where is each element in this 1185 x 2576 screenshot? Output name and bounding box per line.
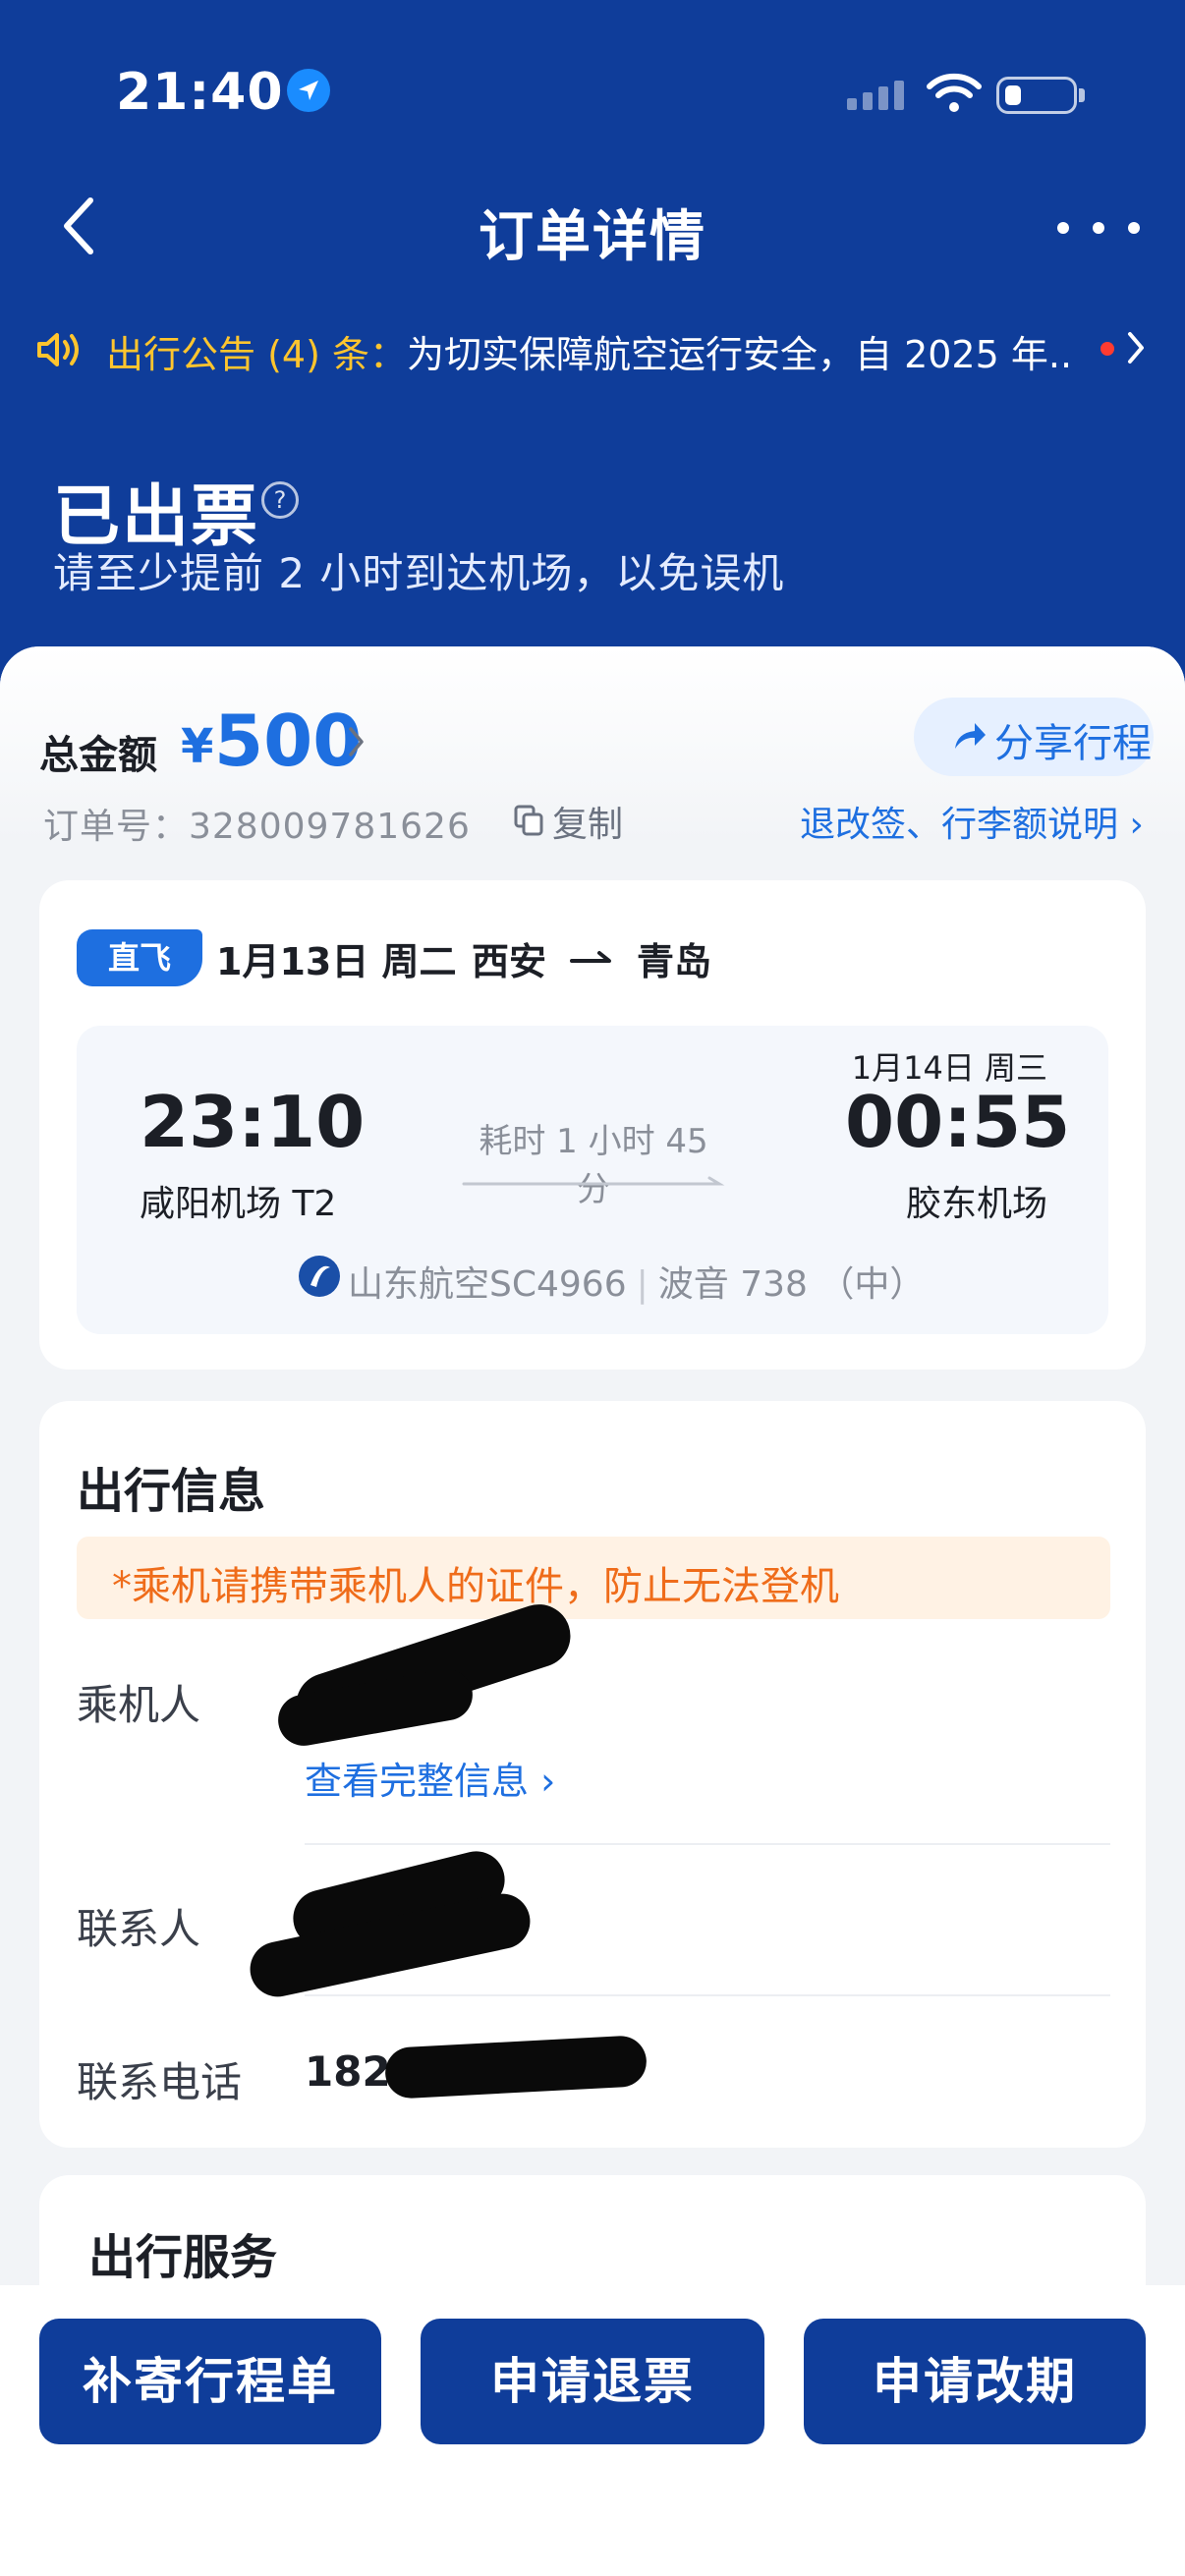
notice-text: 为切实保障航空运行安全，自 2025 年... <box>407 333 1069 376</box>
divider <box>305 1994 1110 1996</box>
airline-info: 山东航空SC4966 | 波音 738 （中） <box>348 1264 926 1305</box>
arrival-city: 青岛 <box>637 940 712 983</box>
aircraft-type: 波音 738 （中） <box>657 1264 926 1305</box>
refund-baggage-rules-link[interactable]: 退改签、行李额说明 › <box>800 796 1144 847</box>
total-amount-value[interactable]: 500 <box>214 700 362 782</box>
contact-label: 联系人 <box>77 1905 201 1953</box>
travel-info-title: 出行信息 <box>77 1464 266 1519</box>
total-amount-label: 总金额 <box>39 733 157 778</box>
phone-value: 182 <box>305 2047 391 2096</box>
route-arrow-icon <box>570 947 615 971</box>
view-full-info-link[interactable]: 查看完整信息 › <box>305 1751 555 1805</box>
battery-icon <box>996 77 1077 114</box>
help-icon[interactable]: ? <box>261 481 299 519</box>
wifi-icon <box>926 71 983 114</box>
phone-label: 联系电话 <box>77 2058 243 2106</box>
travel-notice[interactable]: 出行公告 (4) 条：为切实保障航空运行安全，自 2025 年... <box>106 324 1069 378</box>
duration-arrow-icon <box>462 1171 725 1186</box>
request-change-button[interactable]: 申请改期 <box>804 2319 1146 2444</box>
copy-button[interactable]: 复制 <box>552 796 623 847</box>
airline-logo-icon <box>299 1256 340 1297</box>
currency-symbol: ¥ <box>181 719 214 774</box>
more-icon[interactable] <box>1057 222 1140 234</box>
divider <box>305 1843 1110 1845</box>
speaker-icon <box>35 330 85 369</box>
share-itinerary-label[interactable]: 分享行程 <box>994 711 1152 768</box>
cellular-signal-icon <box>847 77 908 110</box>
location-arrow-icon <box>287 69 330 112</box>
notice-label: 出行公告 (4) 条： <box>106 333 407 376</box>
id-warning-text: *乘机请携带乘机人的证件，防止无法登机 <box>112 1564 839 1609</box>
arrival-airport: 胶东机场 <box>905 1184 1047 1224</box>
share-arrow-icon <box>949 715 988 755</box>
departure-time: 23:10 <box>140 1081 366 1163</box>
arrival-time: 00:55 <box>845 1081 1071 1163</box>
ticket-status-subtitle: 请至少提前 2 小时到达机场，以免误机 <box>53 549 785 597</box>
travel-services-title: 出行服务 <box>88 2230 278 2285</box>
status-time: 21:40 <box>116 63 284 122</box>
departure-airport: 咸阳机场 T2 <box>140 1184 337 1224</box>
order-number: 订单号：328009781626 <box>43 807 471 847</box>
departure-city: 西安 <box>472 940 547 983</box>
total-chevron-right-icon[interactable] <box>346 721 367 762</box>
battery-tip <box>1079 88 1085 102</box>
copy-icon[interactable] <box>513 804 544 837</box>
reissue-itinerary-button[interactable]: 补寄行程单 <box>39 2319 381 2444</box>
direct-flight-badge: 直飞 <box>77 929 202 986</box>
passenger-label: 乘机人 <box>77 1681 201 1729</box>
notice-chevron-right-icon[interactable] <box>1124 328 1148 367</box>
unread-dot <box>1100 342 1114 356</box>
request-refund-button[interactable]: 申请退票 <box>421 2319 764 2444</box>
airline-flight-number: 山东航空SC4966 <box>348 1264 627 1305</box>
page-title: 订单详情 <box>479 205 706 269</box>
flight-duration: 耗时 1 小时 45 分 <box>479 1122 708 1209</box>
flight-date: 1月13日 周二 <box>216 940 457 983</box>
